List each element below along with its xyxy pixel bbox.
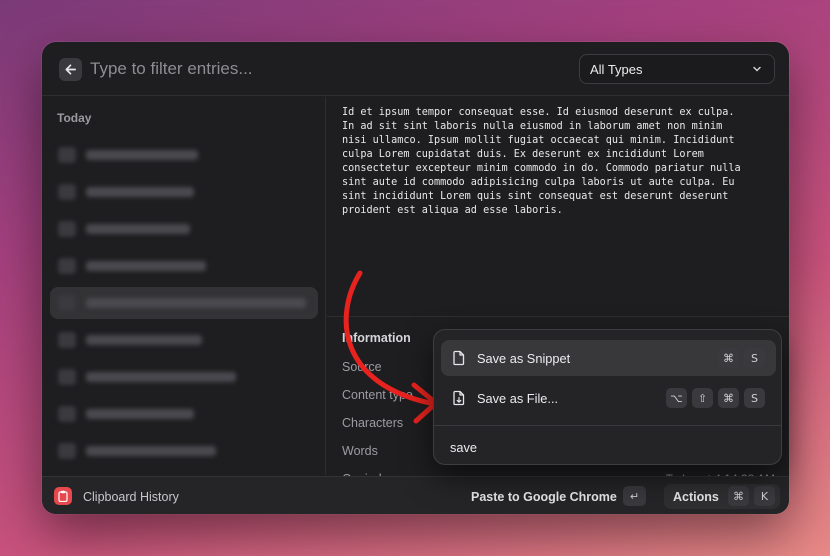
entry-text-redacted [86,150,198,160]
entry-text-redacted [86,224,190,234]
popover-divider [434,425,781,426]
return-key-hint: ↵ [623,486,646,506]
document-icon [453,350,465,366]
list-item[interactable] [50,324,318,356]
entry-icon [58,332,76,348]
list-item[interactable] [50,361,318,393]
list-item[interactable] [50,176,318,208]
entry-icon [58,147,76,163]
entry-icon [58,369,76,385]
type-filter-value: All Types [590,61,643,77]
list-item[interactable] [50,435,318,467]
command-key-hint: ⌘ [718,388,739,408]
k-key-hint: K [754,486,775,506]
entry-text-redacted [86,372,236,382]
clipboard-app-icon [54,487,72,505]
file-download-icon [453,390,465,406]
command-key-hint: ⌘ [728,486,749,506]
actions-popover: Save as Snippet ⌘ S Save as File... ⌥ ⇧ … [433,329,782,465]
chevron-down-icon [753,66,761,72]
menu-item-save-as-snippet[interactable]: Save as Snippet ⌘ S [441,340,776,376]
footer-bar: Clipboard History Paste to Google Chrome… [42,476,789,514]
actions-button[interactable]: Actions ⌘ K [664,484,780,509]
entry-icon [58,221,76,237]
menu-item-label: Save as Snippet [477,351,571,366]
info-label-words: Words [342,444,378,458]
type-filter-dropdown[interactable]: All Types [579,54,775,84]
list-item-selected[interactable] [50,287,318,319]
entry-text-redacted [86,298,306,308]
entry-icon [58,406,76,422]
entry-text-redacted [86,335,202,345]
search-input[interactable] [90,56,490,82]
entry-icon [58,295,76,311]
clipboard-icon [58,490,68,502]
entry-text-redacted [86,446,216,456]
annotation-arrow [343,270,439,424]
list-item[interactable] [50,250,318,282]
entry-icon [58,443,76,459]
menu-item-label: Save as File... [477,391,559,406]
list-item[interactable] [50,398,318,430]
menu-item-save-as-file[interactable]: Save as File... ⌥ ⇧ ⌘ S [441,380,776,416]
section-title-today: Today [57,111,92,125]
shift-key-hint: ⇧ [692,388,713,408]
entries-list: Today [42,97,326,475]
list-item[interactable] [50,139,318,171]
paste-action-label[interactable]: Paste to Google Chrome [471,490,617,504]
list-item[interactable] [50,213,318,245]
entry-text-redacted [86,409,194,419]
footer-title: Clipboard History [83,490,179,504]
actions-label: Actions [673,490,719,504]
search-bar: All Types [42,42,789,96]
actions-search-input[interactable] [450,440,750,455]
entry-text-redacted [86,187,194,197]
back-button[interactable] [59,58,82,81]
entry-icon [58,184,76,200]
option-key-hint: ⌥ [666,388,687,408]
s-key-hint: S [744,348,765,368]
command-key-hint: ⌘ [718,348,739,368]
entry-icon [58,258,76,274]
s-key-hint: S [744,388,765,408]
arrow-left-icon [65,64,76,75]
entry-text-redacted [86,261,206,271]
entry-preview-text: Id et ipsum tempor consequat esse. Id ei… [342,107,741,216]
